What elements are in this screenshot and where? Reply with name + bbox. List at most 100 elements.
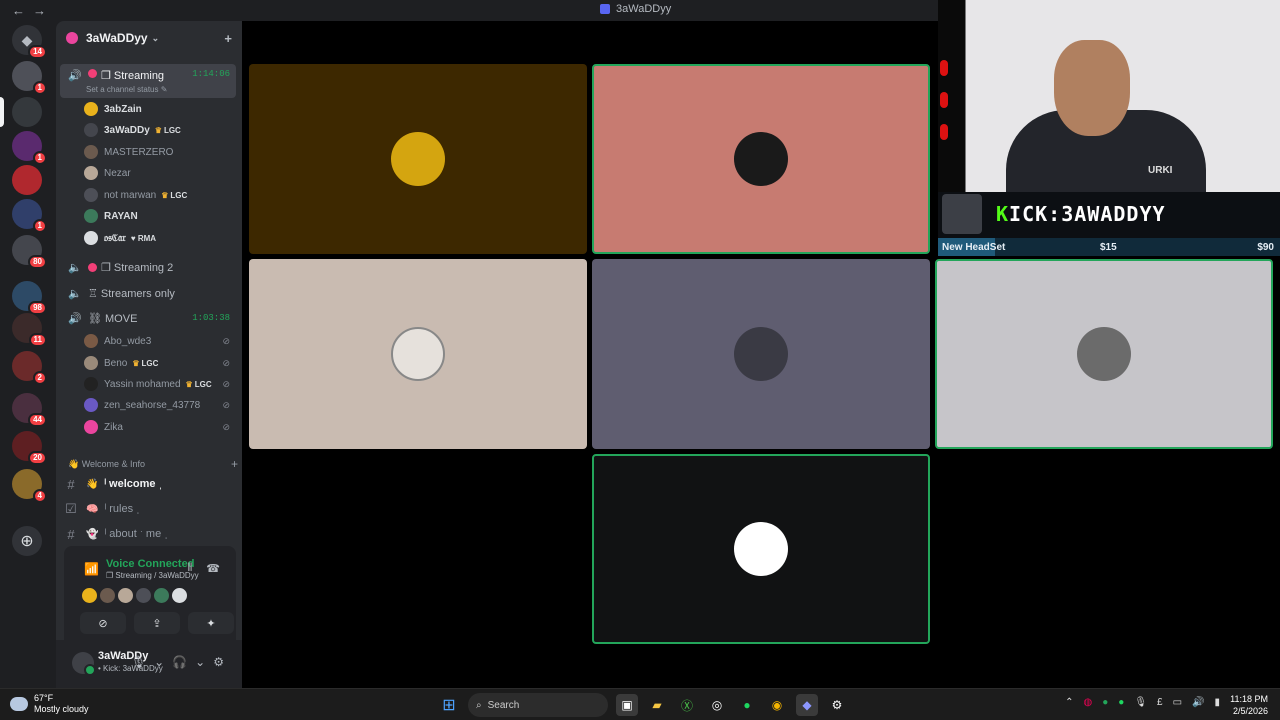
- add-server-icon[interactable]: ⊕: [12, 526, 42, 556]
- server-badge: 4: [32, 489, 47, 503]
- volume-icon[interactable]: 🔊: [1192, 697, 1204, 708]
- task-view-icon[interactable]: ▣: [616, 694, 638, 716]
- chevron-down-icon[interactable]: ⌄: [195, 655, 205, 669]
- server-icon[interactable]: 11: [12, 313, 47, 347]
- server-icon[interactable]: 80: [12, 235, 47, 269]
- chrome-icon[interactable]: ◉: [766, 694, 788, 716]
- voice-channel-streaming[interactable]: 🔊 ❐ Streaming 1:14:06 Set a channel stat…: [60, 64, 236, 98]
- voice-member[interactable]: Abo_wde3 ⊘: [84, 331, 234, 351]
- participant-tile[interactable]: [249, 259, 587, 449]
- taskbar-search[interactable]: ⌕ Search: [468, 693, 608, 717]
- avatar[interactable]: [136, 588, 151, 603]
- voice-channel-move[interactable]: 🔊 ⛓ MOVE 1:03:38: [60, 307, 236, 329]
- channel-label: ❐ Streaming 2: [101, 261, 174, 274]
- voice-connected-title: Voice Connected: [106, 558, 195, 570]
- camera-off-button[interactable]: ⊘: [80, 612, 126, 634]
- server-icon[interactable]: [12, 165, 42, 195]
- voice-member[interactable]: 3aWaDDy ♛ LGC: [84, 120, 234, 140]
- tray-status-icon[interactable]: ●: [1102, 697, 1108, 708]
- language-indicator[interactable]: £: [1157, 697, 1163, 708]
- text-channel-welcome[interactable]: # 👋 ˡ welcome ˌ: [64, 473, 240, 495]
- avatar: [84, 231, 98, 245]
- gear-icon[interactable]: ⚙: [213, 655, 224, 669]
- avatar[interactable]: [82, 588, 97, 603]
- microphone-icon[interactable]: 🎙: [1134, 697, 1147, 708]
- forward-arrow-icon[interactable]: →: [33, 3, 46, 18]
- server-icon[interactable]: [12, 97, 42, 127]
- add-channel-icon[interactable]: +: [231, 457, 238, 471]
- speaker-live-icon: 🔊: [68, 312, 82, 325]
- kick-handle: KICK:3AWADDYY: [996, 202, 1166, 226]
- app-icon[interactable]: ◎: [706, 694, 728, 716]
- xbox-icon[interactable]: Ⓧ: [676, 694, 698, 716]
- voice-member[interactable]: Nezar: [84, 163, 234, 183]
- avatar[interactable]: [154, 588, 169, 603]
- chevron-up-icon[interactable]: ⌃: [1065, 697, 1073, 708]
- server-icon[interactable]: 44: [12, 393, 47, 427]
- disconnect-icon[interactable]: ☎: [206, 562, 220, 575]
- server-icon[interactable]: 4: [12, 469, 47, 503]
- share-screen-button[interactable]: ⇪: [134, 612, 180, 634]
- battery-icon[interactable]: ▮: [1214, 697, 1220, 708]
- voice-member[interactable]: 3abZain: [84, 99, 234, 119]
- participant-tile[interactable]: [592, 454, 930, 644]
- voice-member[interactable]: not marwan ♛ LGC: [84, 185, 234, 205]
- tray-app-icon[interactable]: ◍: [1083, 697, 1092, 708]
- voice-channel-streamers-only[interactable]: 🔈 ♖ Streamers only: [60, 282, 236, 304]
- voice-member[interactable]: 𝔬𝔰ℭ𝔞𝔯 ♥ RMA: [84, 228, 234, 248]
- file-explorer-icon[interactable]: ▰: [646, 694, 668, 716]
- discord-icon[interactable]: ◆: [796, 694, 818, 716]
- server-icon[interactable]: 20: [12, 431, 47, 465]
- invite-people-icon[interactable]: +: [224, 31, 232, 46]
- voice-member[interactable]: RAYAN: [84, 206, 234, 226]
- channel-status[interactable]: Set a channel status ✎: [86, 85, 167, 94]
- participant-tile[interactable]: [935, 259, 1273, 449]
- text-channel-rules[interactable]: ☑ 🧠 ˡ rules ˌ: [64, 498, 240, 520]
- back-arrow-icon[interactable]: ←: [12, 3, 25, 18]
- server-icon[interactable]: 1: [12, 131, 47, 165]
- avatar[interactable]: [72, 652, 96, 676]
- spotify-tray-icon[interactable]: ●: [1118, 697, 1124, 708]
- avatar[interactable]: [100, 588, 115, 603]
- server-icon[interactable]: 2: [12, 351, 47, 385]
- voice-connected-channel[interactable]: ❐ Streaming / 3aWaDDyy: [106, 571, 199, 580]
- spotify-icon[interactable]: ●: [736, 694, 758, 716]
- windows-taskbar: 67°F Mostly cloudy ⊞ ⌕ Search ▣ ▰ Ⓧ ◎ ● ◉…: [0, 688, 1280, 720]
- voice-member[interactable]: Beno ♛ LGC ⊘: [84, 353, 234, 373]
- windows-start-icon[interactable]: ⊞: [438, 694, 460, 716]
- participant-tile[interactable]: [249, 64, 587, 254]
- voice-member[interactable]: Yassin mohamed ♛ LGC ⊘: [84, 374, 234, 394]
- avatar: [1077, 327, 1131, 381]
- weather-widget[interactable]: 67°F Mostly cloudy: [10, 693, 89, 715]
- search-placeholder: Search: [487, 699, 520, 711]
- direct-messages-icon[interactable]: ◆ 14: [12, 25, 47, 59]
- category-welcome-info[interactable]: 👋 Welcome & Info +: [68, 457, 238, 471]
- taskbar-clock[interactable]: 11:18 PM 2/5/2026: [1230, 693, 1268, 717]
- server-badge: 11: [28, 333, 47, 347]
- guild-header[interactable]: 3aWaDDyy ⌄ +: [56, 21, 242, 55]
- participant-tile[interactable]: [592, 259, 930, 449]
- connection-signal-icon[interactable]: 📶: [84, 562, 99, 576]
- headphones-icon[interactable]: 🎧: [172, 655, 187, 669]
- noise-suppression-icon[interactable]: ⦀: [187, 562, 192, 575]
- microphone-icon[interactable]: 🎙: [131, 655, 146, 669]
- voice-member[interactable]: MASTERZERO: [84, 142, 234, 162]
- chevron-down-icon[interactable]: ⌄: [154, 655, 164, 669]
- server-badge: 1: [32, 81, 47, 95]
- member-tag: ♛ LGC: [161, 191, 187, 200]
- voice-member[interactable]: Zika ⊘: [84, 417, 234, 437]
- network-icon[interactable]: ▭: [1173, 697, 1182, 708]
- server-icon[interactable]: 1: [12, 199, 47, 233]
- member-tag: ♛ LGC: [186, 380, 212, 389]
- avatar[interactable]: [172, 588, 187, 603]
- settings-gear-icon[interactable]: ⚙: [826, 694, 848, 716]
- avatar: [734, 522, 788, 576]
- participant-tile[interactable]: [592, 64, 930, 254]
- voice-channel-streaming-2[interactable]: 🔈 ❐ Streaming 2: [60, 256, 236, 278]
- server-icon[interactable]: 98: [12, 281, 47, 315]
- activities-button[interactable]: ✦: [188, 612, 234, 634]
- voice-member[interactable]: zen_seahorse_43778 ⊘: [84, 395, 234, 415]
- avatar[interactable]: [118, 588, 133, 603]
- text-channel-about-me[interactable]: # 👻 ˡ about ˑ me ˌ: [64, 523, 240, 545]
- server-icon[interactable]: 1: [12, 61, 47, 95]
